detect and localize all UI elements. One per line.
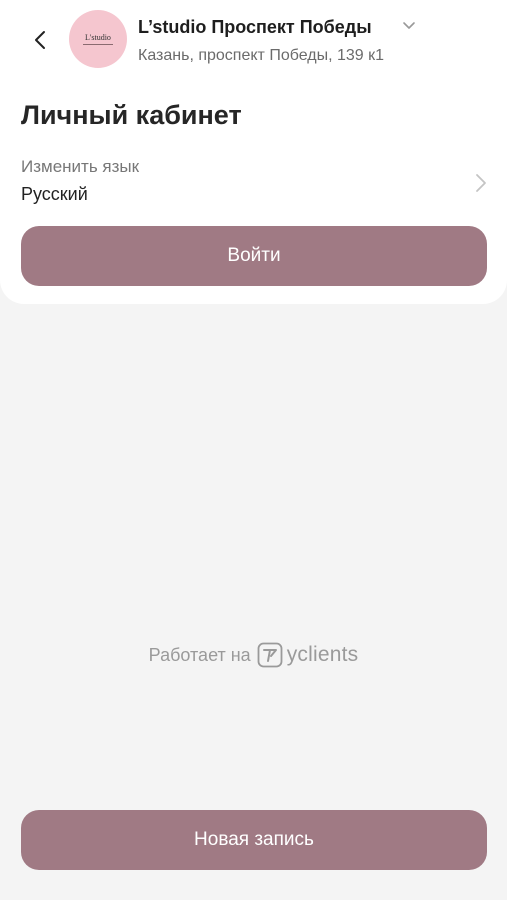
new-booking-button[interactable]: Новая запись (21, 810, 487, 870)
powered-by-text: Работает на (148, 644, 251, 665)
page-title: Личный кабинет (21, 100, 242, 130)
language-label: Изменить язык (21, 157, 140, 176)
language-selector[interactable]: Изменить язык Русский (0, 150, 507, 212)
yclients-brand[interactable]: yclients (287, 643, 359, 667)
chevron-down-icon[interactable] (401, 19, 417, 33)
salon-name[interactable]: L’studio Проспект Победы (138, 17, 372, 38)
salon-address: Казань, проспект Победы, 139 к1 (138, 47, 385, 64)
login-button[interactable]: Войти (21, 226, 487, 286)
powered-by: Работает на yclients (0, 640, 507, 670)
new-booking-button-label: Новая запись (194, 829, 314, 850)
login-button-label: Войти (227, 245, 281, 266)
chevron-left-icon (35, 31, 45, 49)
language-value: Русский (21, 184, 88, 204)
yclients-logo-icon (257, 642, 283, 668)
chevron-right-icon (476, 174, 486, 192)
back-button[interactable] (28, 26, 52, 54)
salon-logo-text: L'studio (85, 33, 111, 42)
logo-underline (83, 44, 113, 45)
salon-avatar[interactable]: L'studio (69, 10, 127, 68)
app-header: L'studio L’studio Проспект Победы Казань… (0, 0, 507, 84)
